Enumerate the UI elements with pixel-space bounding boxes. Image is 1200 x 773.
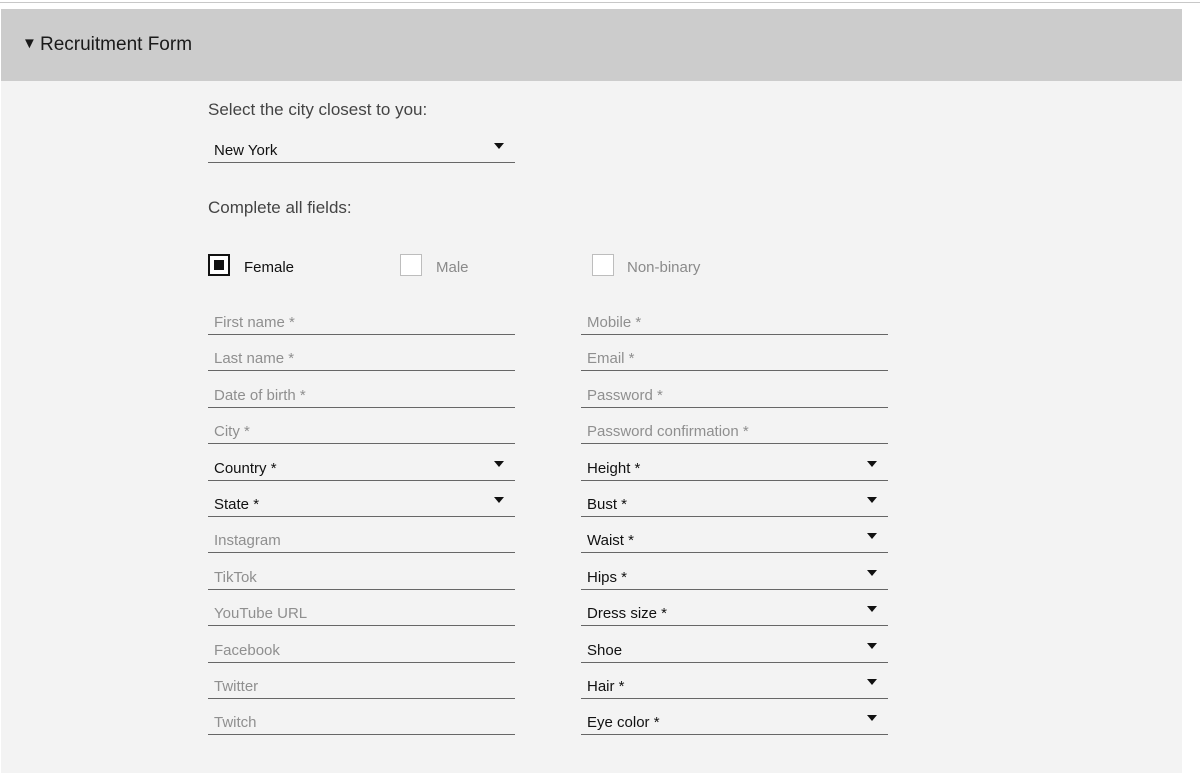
country-select[interactable]: Country * — [208, 454, 515, 481]
password-input[interactable] — [581, 381, 888, 407]
collapse-caret-icon: ▼ — [22, 35, 37, 52]
eye-color-select-value: Eye color * — [587, 714, 660, 731]
top-divider — [0, 2, 1200, 3]
chevron-down-icon — [867, 643, 877, 649]
last-name-field[interactable] — [208, 344, 515, 371]
hips-select[interactable]: Hips * — [581, 563, 888, 590]
shoe-select[interactable]: Shoe — [581, 636, 888, 663]
youtube-url-field[interactable] — [208, 599, 515, 626]
city-select-value: New York — [214, 142, 278, 159]
facebook-input[interactable] — [208, 636, 515, 662]
email-field[interactable] — [581, 344, 888, 371]
last-name-input[interactable] — [208, 344, 515, 370]
password-confirmation-input[interactable] — [581, 417, 888, 443]
first-name-field[interactable] — [208, 308, 515, 335]
complete-prompt: Complete all fields: — [208, 198, 352, 217]
form-header-toggle[interactable]: ▼ Recruitment Form — [1, 9, 1182, 81]
waist-select-value: Waist * — [587, 532, 634, 549]
twitter-input[interactable] — [208, 672, 515, 698]
chevron-down-icon — [867, 570, 877, 576]
checkbox-mark-icon — [214, 260, 224, 270]
facebook-field[interactable] — [208, 636, 515, 663]
twitch-field[interactable] — [208, 708, 515, 735]
eye-color-select[interactable]: Eye color * — [581, 708, 888, 735]
chevron-down-icon — [867, 497, 877, 503]
date-of-birth-field[interactable] — [208, 381, 515, 408]
mobile-field[interactable] — [581, 308, 888, 335]
first-name-input[interactable] — [208, 308, 515, 334]
city-input[interactable] — [208, 417, 515, 443]
male-checkbox[interactable] — [400, 254, 422, 276]
city-field[interactable] — [208, 417, 515, 444]
twitch-input[interactable] — [208, 708, 515, 734]
chevron-down-icon — [494, 143, 504, 149]
non-binary-label[interactable]: Non-binary — [627, 259, 700, 277]
youtube-url-input[interactable] — [208, 599, 515, 625]
dress-size-select[interactable]: Dress size * — [581, 599, 888, 626]
waist-select[interactable]: Waist * — [581, 526, 888, 553]
hips-select-value: Hips * — [587, 569, 628, 586]
tiktok-input[interactable] — [208, 563, 515, 589]
hair-select-value: Hair * — [587, 678, 625, 695]
chevron-down-icon — [867, 461, 877, 467]
chevron-down-icon — [867, 679, 877, 685]
mobile-input[interactable] — [581, 308, 888, 334]
female-label[interactable]: Female — [244, 259, 294, 277]
date-of-birth-input[interactable] — [208, 381, 515, 407]
state-select-value: State * — [214, 496, 260, 513]
female-checkbox[interactable] — [208, 254, 230, 276]
password-field[interactable] — [581, 381, 888, 408]
recruitment-form-panel: ▼ Recruitment Form Select the city close… — [1, 9, 1182, 773]
height-select-value: Height * — [587, 460, 641, 477]
form-title: Recruitment Form — [40, 34, 193, 55]
password-confirmation-field[interactable] — [581, 417, 888, 444]
instagram-field[interactable] — [208, 526, 515, 553]
chevron-down-icon — [494, 461, 504, 467]
chevron-down-icon — [867, 533, 877, 539]
state-select[interactable]: State * — [208, 490, 515, 517]
height-select[interactable]: Height * — [581, 454, 888, 481]
hair-select[interactable]: Hair * — [581, 672, 888, 699]
twitter-field[interactable] — [208, 672, 515, 699]
chevron-down-icon — [867, 715, 877, 721]
country-select-value: Country * — [214, 460, 277, 477]
chevron-down-icon — [867, 606, 877, 612]
non-binary-checkbox[interactable] — [592, 254, 614, 276]
tiktok-field[interactable] — [208, 563, 515, 590]
instagram-input[interactable] — [208, 526, 515, 552]
bust-select-value: Bust * — [587, 496, 628, 513]
chevron-down-icon — [494, 497, 504, 503]
bust-select[interactable]: Bust * — [581, 490, 888, 517]
shoe-select-value: Shoe — [587, 642, 623, 659]
city-select[interactable]: New York — [208, 136, 515, 163]
dress-size-select-value: Dress size * — [587, 605, 668, 622]
city-prompt: Select the city closest to you: — [208, 100, 428, 119]
email-input[interactable] — [581, 344, 888, 370]
male-label[interactable]: Male — [436, 259, 469, 277]
